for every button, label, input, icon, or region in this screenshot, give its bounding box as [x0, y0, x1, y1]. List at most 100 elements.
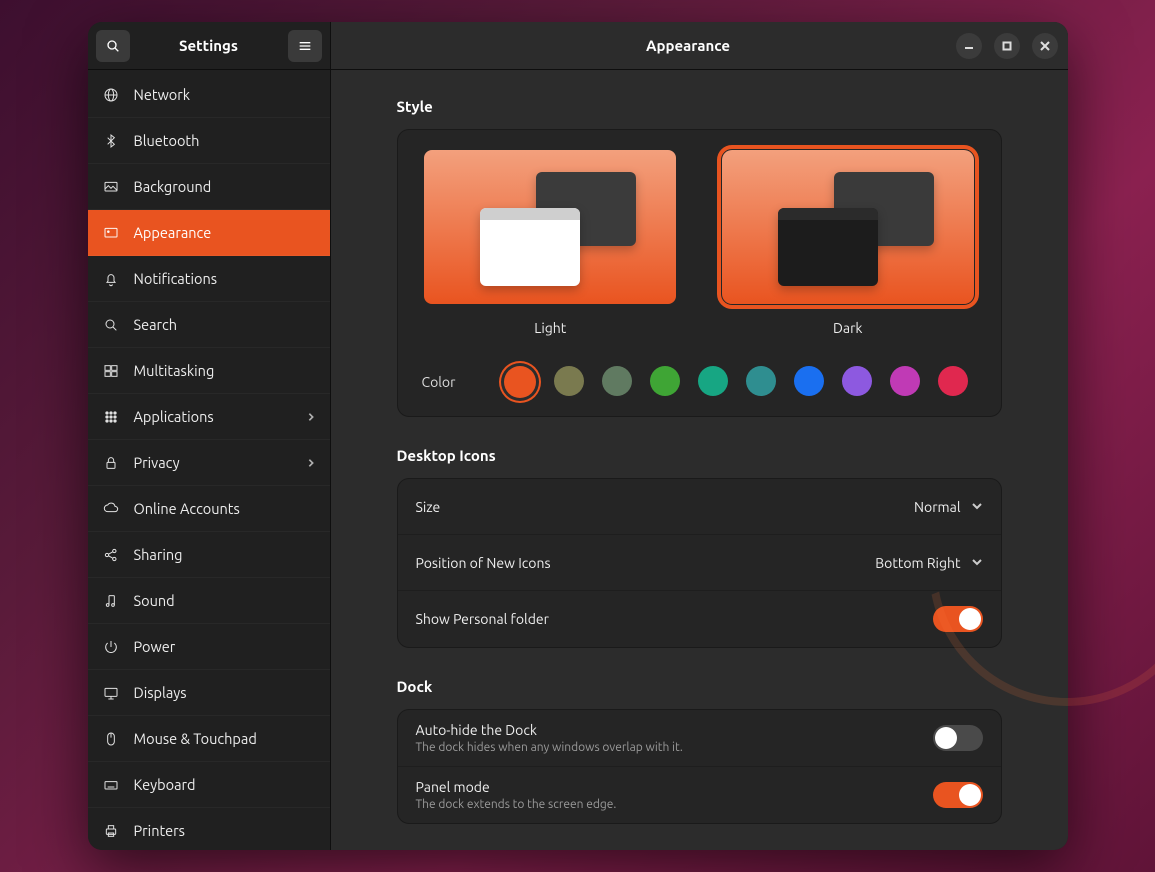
app-title: Settings	[138, 37, 280, 54]
background-icon	[102, 179, 120, 195]
sidebar-item-bluetooth[interactable]: Bluetooth	[88, 118, 330, 164]
sidebar-item-sharing[interactable]: Sharing	[88, 532, 330, 578]
color-swatch-red[interactable]	[938, 366, 968, 396]
applications-icon	[102, 409, 120, 425]
sidebar-item-power[interactable]: Power	[88, 624, 330, 670]
network-icon	[102, 87, 120, 103]
sidebar-item-label: Multitasking	[134, 362, 316, 379]
search-button[interactable]	[96, 30, 130, 62]
color-swatch-blue[interactable]	[794, 366, 824, 396]
color-swatch-purple[interactable]	[842, 366, 872, 396]
sidebar-item-background[interactable]: Background	[88, 164, 330, 210]
content-scroll[interactable]: Style Light Dark	[331, 70, 1068, 850]
sidebar-item-label: Sharing	[134, 546, 316, 563]
color-swatch-orange[interactable]	[504, 366, 536, 398]
color-swatch-row	[504, 366, 968, 398]
panel-mode-label: Panel mode	[416, 779, 933, 795]
keyboard-icon	[102, 777, 120, 793]
sidebar-item-privacy[interactable]: Privacy	[88, 440, 330, 486]
color-label: Color	[422, 374, 484, 390]
hamburger-icon	[297, 38, 313, 54]
sidebar: Settings Network Bluetooth Background Appea…	[88, 22, 331, 850]
sidebar-item-label: Search	[134, 316, 316, 333]
sidebar-item-applications[interactable]: Applications	[88, 394, 330, 440]
notifications-icon	[102, 271, 120, 287]
page-title: Appearance	[421, 37, 956, 54]
sidebar-item-label: Printers	[134, 822, 316, 839]
style-option-dark[interactable]	[722, 150, 974, 304]
mouse-touchpad-icon	[102, 731, 120, 747]
search-icon	[102, 317, 120, 333]
style-light-label: Light	[534, 320, 566, 336]
online-accounts-icon	[102, 501, 120, 517]
personal-folder-toggle[interactable]	[933, 606, 983, 632]
sidebar-item-mouse-touchpad[interactable]: Mouse & Touchpad	[88, 716, 330, 762]
window-controls	[956, 33, 1058, 59]
sidebar-header: Settings	[88, 22, 330, 70]
desktop-icons-heading: Desktop Icons	[397, 447, 1002, 464]
chevron-down-icon	[971, 498, 983, 516]
chevron-right-icon	[306, 408, 316, 425]
sidebar-item-displays[interactable]: Displays	[88, 670, 330, 716]
displays-icon	[102, 685, 120, 701]
close-button[interactable]	[1032, 33, 1058, 59]
color-swatch-olive[interactable]	[554, 366, 584, 396]
sidebar-item-notifications[interactable]: Notifications	[88, 256, 330, 302]
panel-mode-sub: The dock extends to the screen edge.	[416, 798, 933, 811]
sharing-icon	[102, 547, 120, 563]
icon-position-label: Position of New Icons	[416, 555, 876, 571]
personal-folder-label: Show Personal folder	[416, 611, 933, 627]
search-icon	[105, 38, 121, 54]
autohide-toggle[interactable]	[933, 725, 983, 751]
sidebar-item-label: Network	[134, 86, 316, 103]
dock-heading: Dock	[397, 678, 1002, 695]
sidebar-item-online-accounts[interactable]: Online Accounts	[88, 486, 330, 532]
sidebar-item-network[interactable]: Network	[88, 72, 330, 118]
sidebar-item-keyboard[interactable]: Keyboard	[88, 762, 330, 808]
main-panel: Appearance Style Light	[331, 22, 1068, 850]
sidebar-item-label: Sound	[134, 592, 316, 609]
color-swatch-cyan[interactable]	[746, 366, 776, 396]
titlebar: Appearance	[331, 22, 1068, 70]
color-swatch-magenta[interactable]	[890, 366, 920, 396]
minimize-icon	[964, 41, 974, 51]
sidebar-item-appearance[interactable]: Appearance	[88, 210, 330, 256]
sidebar-item-printers[interactable]: Printers	[88, 808, 330, 850]
autohide-row: Auto-hide the Dock The dock hides when a…	[398, 710, 1001, 767]
sidebar-item-label: Mouse & Touchpad	[134, 730, 316, 747]
sidebar-item-label: Bluetooth	[134, 132, 316, 149]
sidebar-item-search[interactable]: Search	[88, 302, 330, 348]
icon-size-label: Size	[416, 499, 915, 515]
power-icon	[102, 639, 120, 655]
sidebar-item-label: Displays	[134, 684, 316, 701]
sidebar-item-label: Privacy	[134, 454, 292, 471]
minimize-button[interactable]	[956, 33, 982, 59]
panel-mode-row: Panel mode The dock extends to the scree…	[398, 767, 1001, 823]
panel-mode-toggle[interactable]	[933, 782, 983, 808]
color-swatch-sage[interactable]	[602, 366, 632, 396]
sidebar-item-multitasking[interactable]: Multitasking	[88, 348, 330, 394]
sidebar-item-label: Appearance	[134, 224, 316, 241]
hamburger-menu-button[interactable]	[288, 30, 322, 62]
sound-icon	[102, 593, 120, 609]
style-dark-label: Dark	[833, 320, 862, 336]
chevron-down-icon	[971, 554, 983, 572]
personal-folder-row: Show Personal folder	[398, 591, 1001, 647]
sidebar-nav: Network Bluetooth Background Appearance Noti…	[88, 70, 330, 850]
sidebar-item-label: Background	[134, 178, 316, 195]
icon-size-row[interactable]: Size Normal	[398, 479, 1001, 535]
icon-position-row[interactable]: Position of New Icons Bottom Right	[398, 535, 1001, 591]
printers-icon	[102, 823, 120, 839]
maximize-button[interactable]	[994, 33, 1020, 59]
sidebar-item-label: Power	[134, 638, 316, 655]
close-icon	[1040, 41, 1050, 51]
style-heading: Style	[397, 98, 1002, 115]
desktop-icons-card: Size Normal Position of New Icons Bottom…	[397, 478, 1002, 648]
appearance-icon	[102, 225, 120, 241]
bluetooth-icon	[102, 133, 120, 149]
autohide-sub: The dock hides when any windows overlap …	[416, 741, 933, 754]
style-option-light[interactable]	[424, 150, 676, 304]
color-swatch-teal[interactable]	[698, 366, 728, 396]
color-swatch-green[interactable]	[650, 366, 680, 396]
sidebar-item-sound[interactable]: Sound	[88, 578, 330, 624]
